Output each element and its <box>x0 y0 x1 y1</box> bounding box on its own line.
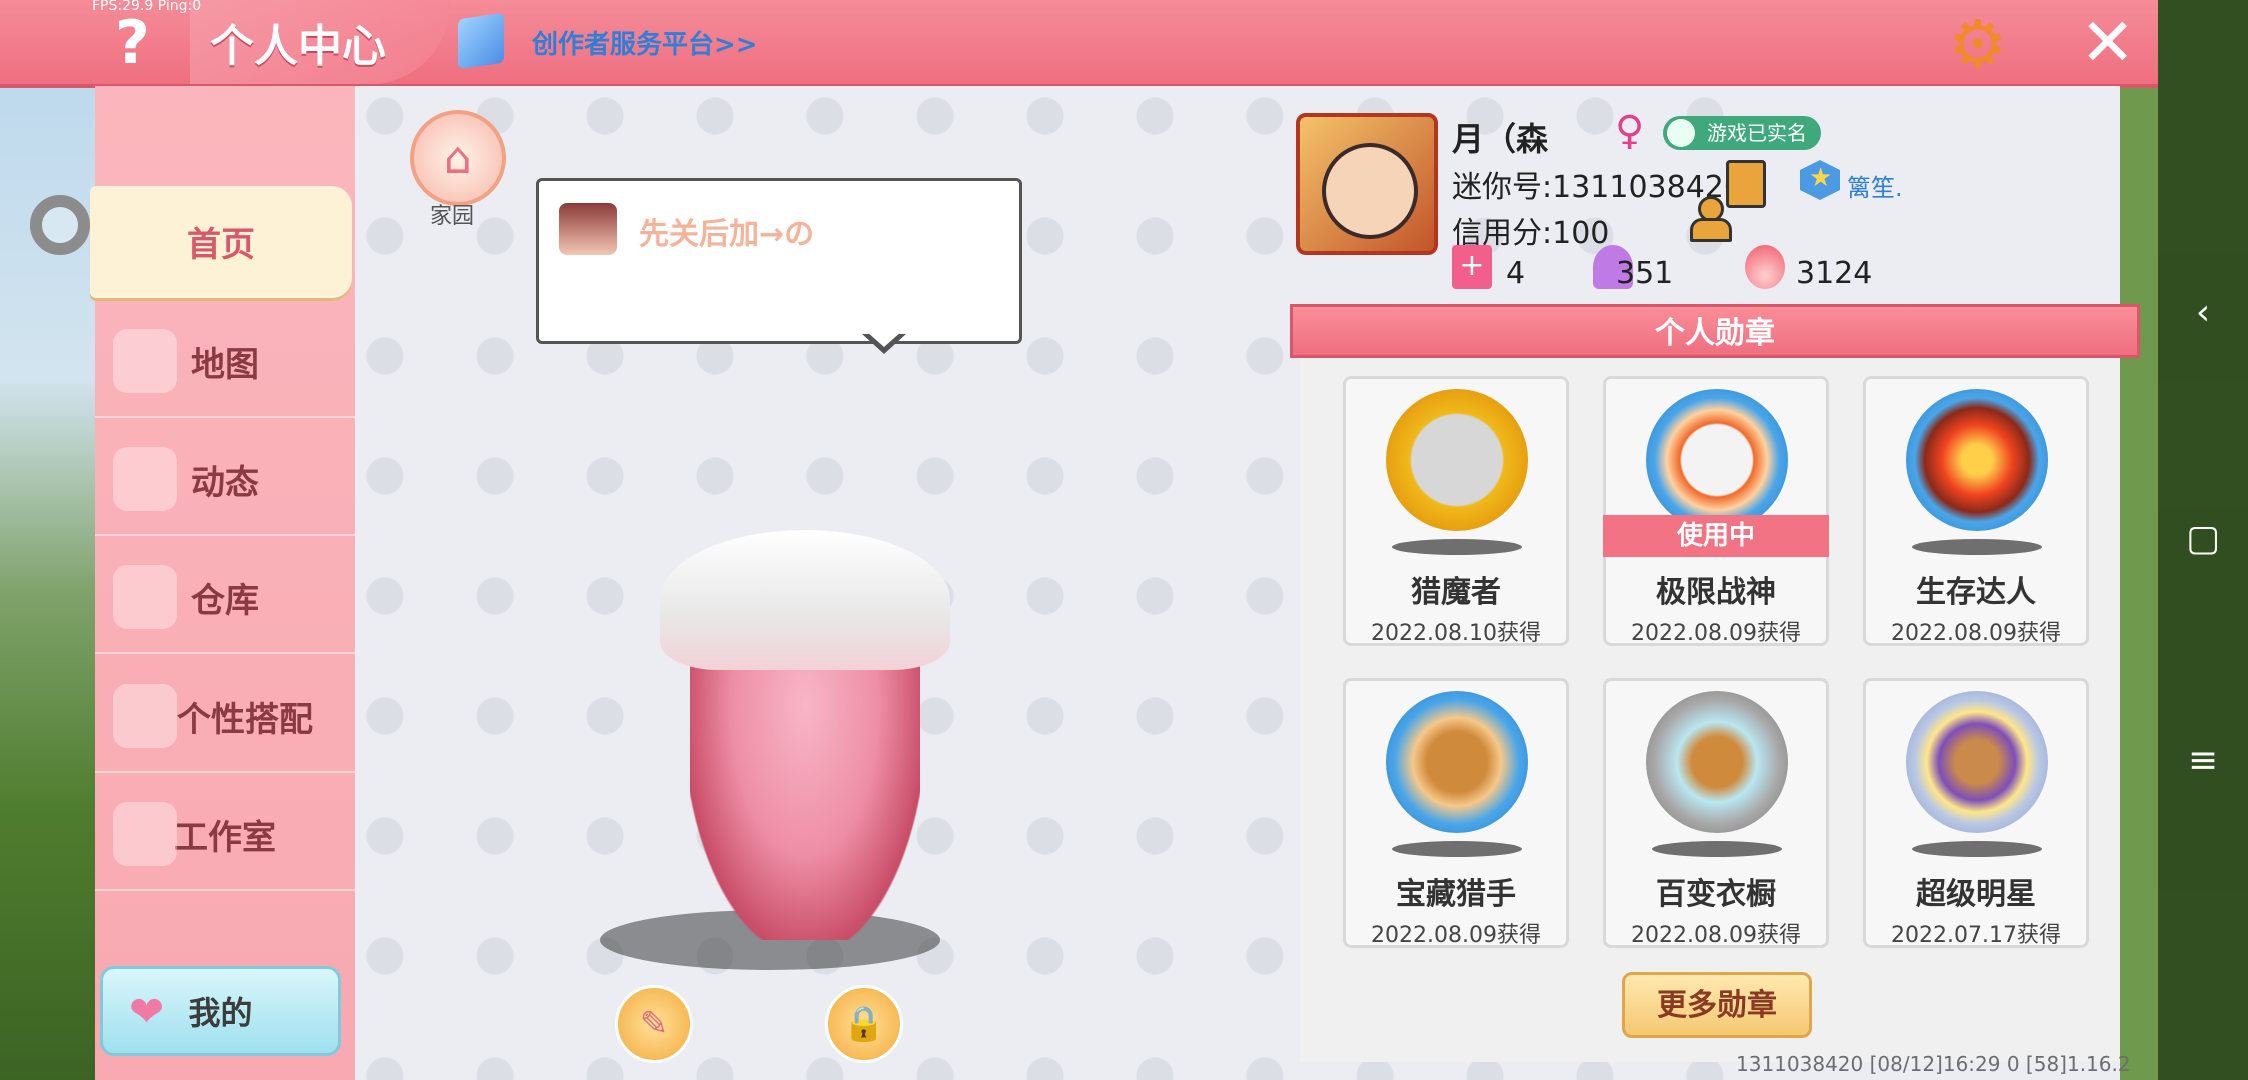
medal-shadow <box>1392 841 1522 857</box>
sidebar-item-feed[interactable]: 动态 <box>95 424 355 536</box>
sidebar-item-label: 动态 <box>191 462 259 503</box>
outfit-icon <box>113 684 177 748</box>
more-badges-button[interactable]: 更多勋章 <box>1622 972 1812 1038</box>
mine-button-label: 我的 <box>188 994 253 1032</box>
likes-count: 4 <box>1506 256 1526 291</box>
badge-name: 猎魔者 <box>1411 575 1501 610</box>
badge-card[interactable]: 猎魔者 2022.08.10获得 <box>1343 376 1569 646</box>
lock-icon[interactable]: 🔒 <box>825 985 903 1063</box>
sidebar-item-label: 地图 <box>191 344 259 385</box>
home-square-icon[interactable]: ▢ <box>2158 518 2248 559</box>
badge-name: 百变衣橱 <box>1656 877 1776 912</box>
help-icon[interactable]: ? <box>115 8 150 78</box>
bubble-tail-inner <box>866 331 902 347</box>
game-world-background <box>0 0 100 1080</box>
badge-card[interactable]: 超级明星 2022.07.17获得 <box>1863 678 2089 948</box>
badge-date: 2022.08.09获得 <box>1631 923 1801 948</box>
sidebar: 首页 地图 动态 仓库 个性搭配 工作室 <box>90 86 355 1080</box>
status-text: 先关后加→の <box>639 217 815 252</box>
sidebar-item-outfit[interactable]: 个性搭配 <box>95 661 355 773</box>
medal-shadow <box>1912 539 2042 555</box>
android-nav-bar: ‹ ▢ ≡ <box>2158 0 2248 1080</box>
in-use-label: 使用中 <box>1603 515 1829 557</box>
bell-icon <box>113 447 177 511</box>
crossed-swords-medal-icon <box>1386 389 1528 531</box>
medal-shadow <box>1912 841 2042 857</box>
sidebar-item-warehouse[interactable]: 仓库 <box>95 542 355 654</box>
studio-icon <box>113 802 177 866</box>
footer-info: 1311038420 [08/12]16:29 0 [58]1.16.2 <box>1736 1052 2131 1076</box>
copy-document-icon[interactable] <box>1726 160 1766 208</box>
friend-name-link[interactable]: 篱笙. <box>1847 168 1903 203</box>
floating-ring-button[interactable] <box>30 195 90 255</box>
badge-date: 2022.08.10获得 <box>1371 621 1541 646</box>
badge-card[interactable]: 宝藏猎手 2022.08.09获得 <box>1343 678 1569 948</box>
badge-date: 2022.07.17获得 <box>1891 923 2061 948</box>
cube-icon <box>458 12 504 70</box>
verified-person-icon <box>1667 119 1695 147</box>
top-bar: FPS:29.9 Ping:0 ? 个人中心 创作者服务平台>> ⚙ ✕ <box>0 0 2158 88</box>
realname-verified-badge: 游戏已实名 <box>1663 116 1821 150</box>
character-hat <box>660 530 950 670</box>
profile-avatar[interactable] <box>1296 113 1438 255</box>
badge-name: 超级明星 <box>1916 877 2036 912</box>
badge-date: 2022.08.09获得 <box>1891 621 2061 646</box>
sidebar-item-map[interactable]: 地图 <box>95 306 355 418</box>
sidebar-item-label: 仓库 <box>191 580 259 621</box>
fire-icon <box>1745 245 1785 289</box>
close-icon[interactable]: ✕ <box>2080 4 2135 81</box>
sidebar-item-home[interactable]: 首页 <box>90 186 352 298</box>
avatar-face <box>1322 143 1418 239</box>
creator-platform-link[interactable]: 创作者服务平台>> <box>532 24 758 61</box>
map-icon <box>113 329 177 393</box>
menu-icon[interactable]: ≡ <box>2158 740 2248 781</box>
campfire-medal-icon <box>1906 389 2048 531</box>
back-chevron-icon[interactable]: ‹ <box>2158 292 2248 333</box>
home-icon[interactable]: ⌂ <box>410 110 506 206</box>
badge-card[interactable]: 使用中 极限战神 2022.08.09获得 <box>1603 376 1829 646</box>
badge-name: 宝藏猎手 <box>1396 877 1516 912</box>
fans-count: 351 <box>1616 256 1674 291</box>
badge-name: 极限战神 <box>1656 575 1776 610</box>
sidebar-item-label: 工作室 <box>174 817 276 858</box>
sidebar-item-label: 个性搭配 <box>177 699 313 740</box>
medal-shadow <box>1392 539 1522 555</box>
edit-pencil-icon[interactable]: ✎ <box>615 985 693 1063</box>
likes-icon: + <box>1452 245 1492 289</box>
status-bubble[interactable]: 先关后加→の <box>536 178 1022 344</box>
sidebar-item-label: 首页 <box>187 224 255 265</box>
person-body <box>1690 218 1732 242</box>
warehouse-icon <box>113 565 177 629</box>
nickname: 月（森 <box>1452 120 1549 158</box>
heart-icon: ❤ <box>129 987 165 1036</box>
badge-name: 生存达人 <box>1916 575 2036 610</box>
mine-button[interactable]: ❤ 我的 <box>100 966 341 1056</box>
realname-badge-label: 游戏已实名 <box>1707 121 1807 145</box>
boss-medal-icon <box>1646 389 1788 531</box>
gear-icon[interactable]: ⚙ <box>1948 6 2007 83</box>
superstar-medal-icon <box>1906 691 2048 833</box>
page-title: 个人中心 <box>210 21 386 72</box>
person-icon[interactable] <box>1688 196 1732 242</box>
medal-shadow <box>1652 841 1782 857</box>
badge-header: 个人勋章 <box>1290 304 2140 358</box>
treasure-chest-medal-icon <box>1386 691 1528 833</box>
popularity-count: 3124 <box>1796 256 1873 291</box>
home-label: 家园 <box>430 204 475 229</box>
sidebar-item-studio[interactable]: 工作室 <box>95 779 355 891</box>
badge-card[interactable]: 百变衣橱 2022.08.09获得 <box>1603 678 1829 948</box>
bubble-avatar-icon <box>559 203 617 255</box>
female-gender-icon: ♀ <box>1615 108 1645 154</box>
badge-date: 2022.08.09获得 <box>1631 621 1801 646</box>
badge-card[interactable]: 生存达人 2022.08.09获得 <box>1863 376 2089 646</box>
wardrobe-medal-icon <box>1646 691 1788 833</box>
badge-date: 2022.08.09获得 <box>1371 923 1541 948</box>
